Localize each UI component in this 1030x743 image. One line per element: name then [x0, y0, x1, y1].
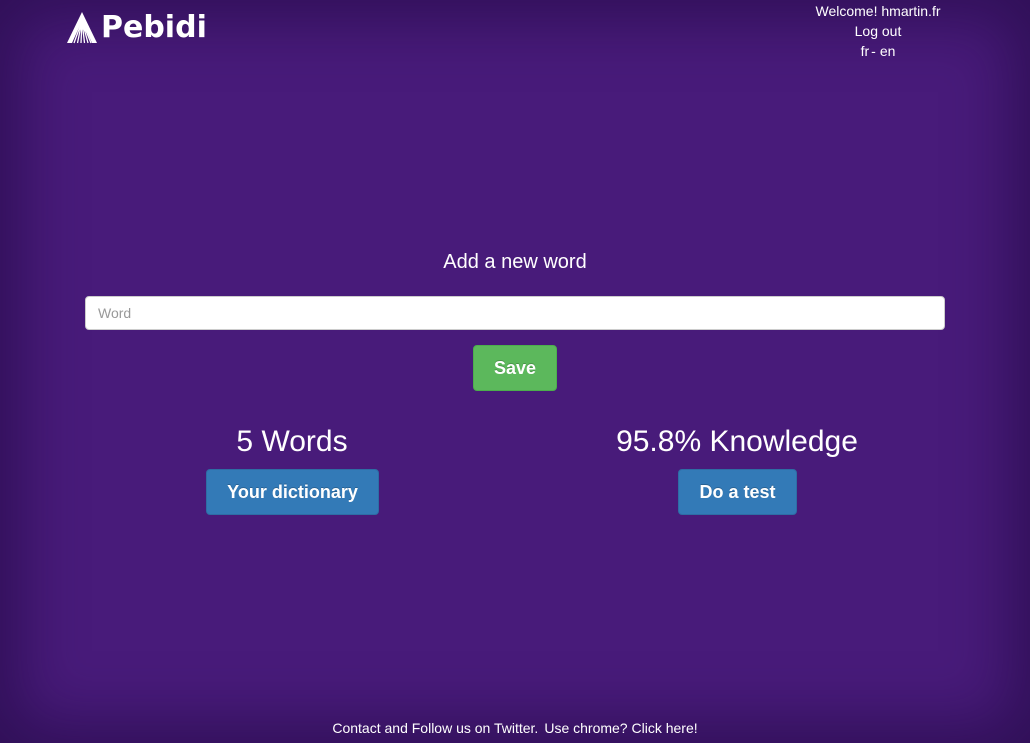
lang-en-link[interactable]: en — [880, 43, 896, 59]
chrome-click-here-link[interactable]: Click here! — [631, 720, 697, 736]
footer: Contact and Follow us on Twitter. Use chr… — [0, 718, 1030, 738]
language-switcher: fr - en — [798, 41, 958, 61]
contact-link[interactable]: Contact — [332, 720, 380, 736]
logout-link[interactable]: Log out — [855, 23, 902, 39]
add-word-title: Add a new word — [443, 251, 587, 273]
brand-logo[interactable]: Pebidi — [65, 10, 207, 44]
chrome-text: Use chrome? — [544, 720, 632, 736]
your-dictionary-button[interactable]: Your dictionary — [206, 469, 379, 515]
brand-name: Pebidi — [101, 10, 207, 45]
twitter-link[interactable]: Follow us on Twitter. — [412, 720, 539, 736]
save-button[interactable]: Save — [473, 345, 557, 391]
footer-and-text: and — [380, 720, 412, 736]
word-count: 5 Words — [236, 425, 348, 458]
do-a-test-button[interactable]: Do a test — [678, 469, 797, 515]
lang-fr-link[interactable]: fr — [861, 43, 870, 59]
lang-separator: - — [871, 43, 876, 59]
welcome-text: Welcome! hmartin.fr — [815, 3, 941, 19]
user-menu: Welcome! hmartin.fr Log out fr - en — [798, 1, 958, 61]
pebidi-logo-icon — [67, 12, 97, 44]
word-input[interactable] — [85, 296, 945, 330]
knowledge-percentage: 95.8% Knowledge — [616, 425, 858, 458]
